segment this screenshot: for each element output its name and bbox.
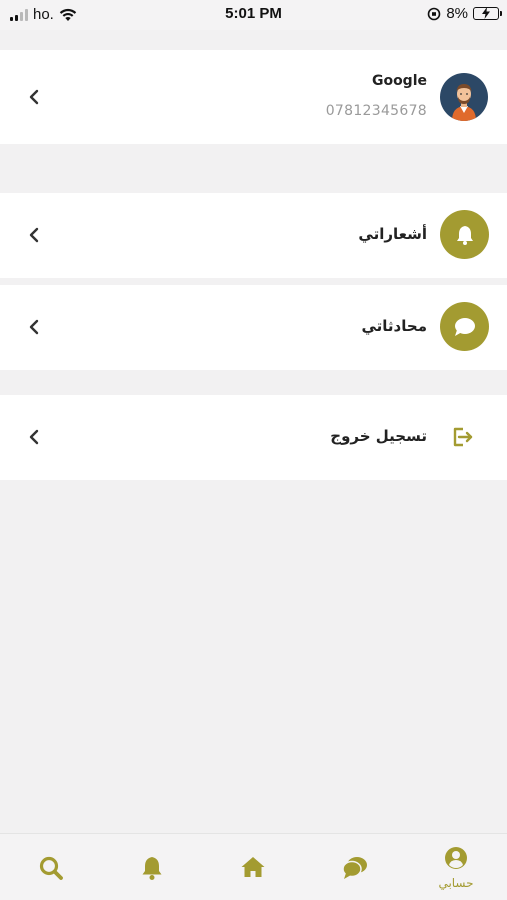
tab-notifications[interactable]	[122, 834, 182, 900]
logout-label: تسجيل خروج	[330, 427, 427, 445]
tab-account-label: حسابي	[438, 876, 474, 890]
chevron-left-icon	[29, 319, 39, 335]
status-bar: ho. 5:01 PM 8%	[0, 0, 507, 30]
chat-icon	[342, 857, 367, 879]
bell-icon	[142, 857, 162, 880]
tab-search[interactable]	[21, 834, 81, 900]
search-icon	[39, 856, 63, 880]
conversations-label: محادثاتي	[361, 317, 427, 335]
profile-row[interactable]: Google 07812345678	[0, 50, 507, 144]
status-right: 8%	[427, 5, 502, 22]
tab-home[interactable]	[223, 834, 283, 900]
profile-phone: 07812345678	[325, 103, 427, 119]
home-icon	[241, 857, 265, 877]
chevron-left-icon	[29, 227, 39, 243]
orientation-lock-icon	[428, 7, 441, 20]
bottom-tab-bar: حسابي	[0, 833, 507, 900]
tab-account[interactable]: حسابي	[426, 834, 486, 900]
chat-bubble-icon	[454, 317, 475, 336]
logout-icon	[453, 427, 473, 447]
battery-percent: 8%	[446, 5, 468, 22]
conversations-row[interactable]: محادثاتي	[0, 285, 507, 370]
chevron-left-icon	[29, 89, 39, 105]
tab-chats[interactable]	[325, 834, 385, 900]
notifications-icon-badge	[440, 210, 489, 259]
notifications-label: أشعاراتي	[358, 225, 427, 243]
bell-icon	[456, 225, 473, 245]
chevron-left-icon	[29, 429, 39, 445]
profile-name: Google	[371, 73, 427, 89]
battery-icon	[473, 7, 502, 20]
account-icon	[445, 847, 467, 869]
conversations-icon-badge	[440, 302, 489, 351]
notifications-row[interactable]: أشعاراتي	[0, 193, 507, 278]
logout-row[interactable]: تسجيل خروج	[0, 395, 507, 480]
avatar	[440, 73, 488, 121]
